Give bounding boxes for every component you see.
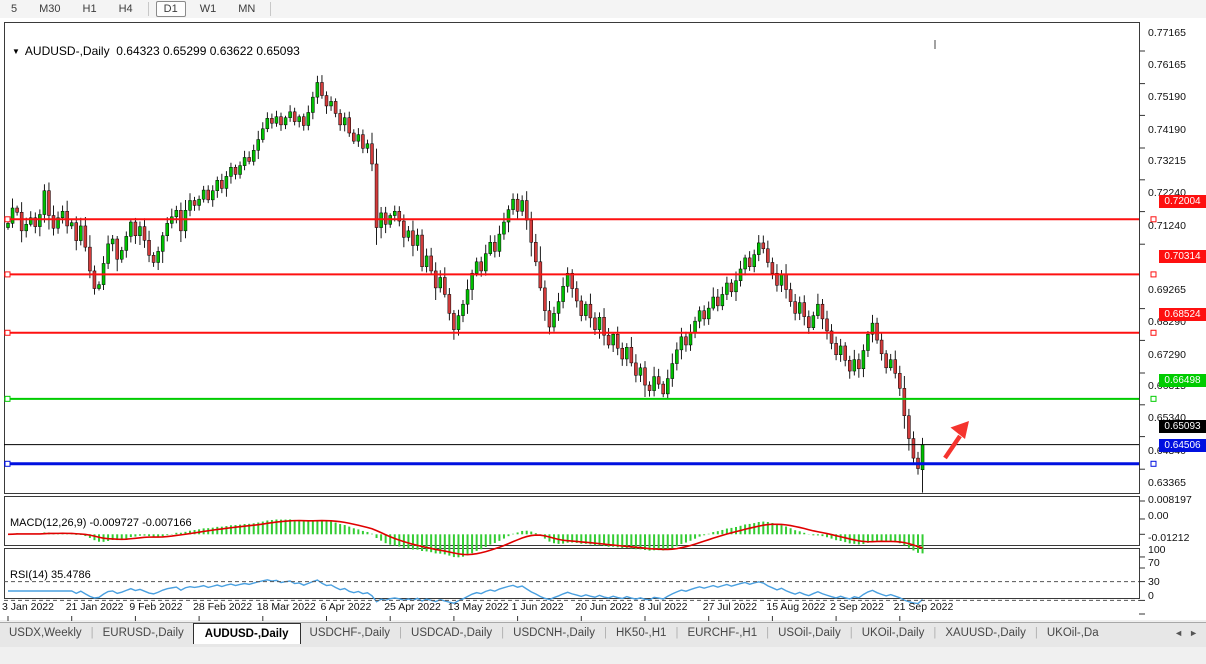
timeframe-button-d1[interactable]: D1 — [156, 1, 186, 17]
price-axis-label: 0.74190 — [1148, 124, 1186, 136]
chart-ohlc-values: 0.64323 0.65299 0.63622 0.65093 — [116, 44, 300, 58]
chart-tab-usoil-daily[interactable]: USOil-,Daily — [769, 624, 850, 641]
chart-tab-usdx-weekly[interactable]: USDX,Weekly — [0, 624, 91, 641]
tab-scroll-buttons: ◄► — [1174, 623, 1206, 638]
mt4-terminal: 5 M30 H1 H4 D1 W1 MN ▼ AUDUSD-,Daily 0.64323 0.… — [0, 0, 1206, 646]
price-axis-label: 0.73215 — [1148, 155, 1186, 167]
date-axis-label: 3 Jan 2022 — [2, 601, 54, 613]
price-flag-label: 0.66498 — [1159, 374, 1206, 387]
chart-title: ▼ AUDUSD-,Daily 0.64323 0.65299 0.63622 0… — [12, 44, 300, 58]
date-axis-label: 9 Feb 2022 — [129, 601, 182, 613]
timeframe-button-h4[interactable]: H4 — [111, 1, 141, 17]
chart-tab-ukoil-da[interactable]: UKOil-,Da — [1038, 624, 1108, 641]
rsi-scale-label: 30 — [1148, 576, 1160, 588]
hline-handle — [1151, 330, 1156, 335]
rsi-scale-label: 70 — [1148, 557, 1160, 569]
timeframe-button-5[interactable]: 5 — [3, 1, 25, 17]
chart-tab-xauusd-daily[interactable]: XAUUSD-,Daily — [936, 624, 1035, 641]
chart-tab-bar: USDX,Weekly|EURUSD-,DailyAUDUSD-,DailyUS… — [0, 622, 1206, 647]
chart-tab-usdcnh-daily[interactable]: USDCNH-,Daily — [504, 624, 604, 641]
price-axis-label: 0.63365 — [1148, 477, 1186, 489]
price-axis-label: 0.77165 — [1148, 27, 1186, 39]
chart-tab-eurchf-h1[interactable]: EURCHF-,H1 — [678, 624, 766, 641]
date-axis-label: 27 Jul 2022 — [703, 601, 757, 613]
timeframe-button-mn[interactable]: MN — [230, 1, 263, 17]
hline-handle — [1151, 461, 1156, 466]
price-flag-label: 0.64506 — [1159, 439, 1206, 452]
date-axis-label: 25 Apr 2022 — [384, 601, 441, 613]
chart-tab-usdchf-daily[interactable]: USDCHF-,Daily — [301, 624, 400, 641]
price-axis-label: 0.69265 — [1148, 284, 1186, 296]
rsi-scale-label: 100 — [1148, 544, 1166, 556]
macd-scale-label: 0.00 — [1148, 510, 1168, 522]
date-axis-label: 1 Jun 2022 — [512, 601, 564, 613]
date-axis-label: 21 Jan 2022 — [66, 601, 124, 613]
date-axis-label: 18 Mar 2022 — [257, 601, 316, 613]
rsi-scale-label: 0 — [1148, 590, 1154, 602]
price-axis-label: 0.75190 — [1148, 91, 1186, 103]
price-axis-label: 0.71240 — [1148, 220, 1186, 232]
chart-tab-hk50-h1[interactable]: HK50-,H1 — [607, 624, 676, 641]
chart-tab-eurusd-daily[interactable]: EURUSD-,Daily — [94, 624, 193, 641]
date-axis-label: 6 Apr 2022 — [321, 601, 372, 613]
macd-indicator-label: MACD(12,26,9) -0.009727 -0.007166 — [10, 517, 192, 529]
tab-scroll-right-icon[interactable]: ► — [1189, 628, 1198, 638]
price-flag-label: 0.65093 — [1159, 420, 1206, 433]
timeframe-toolbar: 5 M30 H1 H4 D1 W1 MN — [0, 0, 1206, 19]
price-pane[interactable] — [4, 22, 1140, 494]
chart-tab-usdcad-daily[interactable]: USDCAD-,Daily — [402, 624, 501, 641]
timeframe-button-m30[interactable]: M30 — [31, 1, 68, 17]
rsi-pane[interactable] — [4, 548, 1140, 599]
hline-handle — [1151, 396, 1156, 401]
price-flag-label: 0.72004 — [1159, 195, 1206, 208]
price-axis-label: 0.67290 — [1148, 349, 1186, 361]
date-axis-label: 15 Aug 2022 — [766, 601, 825, 613]
date-axis-label: 13 May 2022 — [448, 601, 509, 613]
rsi-indicator-label: RSI(14) 35.4786 — [10, 569, 91, 581]
chart-window: ▼ AUDUSD-,Daily 0.64323 0.65299 0.63622 0… — [0, 18, 1206, 620]
chart-tab-ukoil-daily[interactable]: UKOil-,Daily — [853, 624, 934, 641]
macd-scale-label: 0.008197 — [1148, 494, 1192, 506]
date-axis-label: 2 Sep 2022 — [830, 601, 884, 613]
date-axis-label: 21 Sep 2022 — [894, 601, 954, 613]
hline-handle — [1151, 272, 1156, 277]
toolbar-separator — [270, 2, 271, 16]
price-axis-label: 0.76165 — [1148, 59, 1186, 71]
chart-symbol-label: AUDUSD-,Daily — [25, 44, 110, 58]
chart-tab-audusd-daily[interactable]: AUDUSD-,Daily — [193, 623, 301, 644]
date-axis-label: 28 Feb 2022 — [193, 601, 252, 613]
price-flag-label: 0.70314 — [1159, 250, 1206, 263]
tab-scroll-left-icon[interactable]: ◄ — [1174, 628, 1183, 638]
price-flag-label: 0.68524 — [1159, 308, 1206, 321]
timeframe-button-w1[interactable]: W1 — [192, 1, 225, 17]
date-axis-label: 8 Jul 2022 — [639, 601, 687, 613]
timeframe-button-h1[interactable]: H1 — [75, 1, 105, 17]
chart-dropdown-icon[interactable]: ▼ — [12, 47, 20, 56]
date-axis-label: 20 Jun 2022 — [575, 601, 633, 613]
toolbar-separator — [148, 2, 149, 16]
